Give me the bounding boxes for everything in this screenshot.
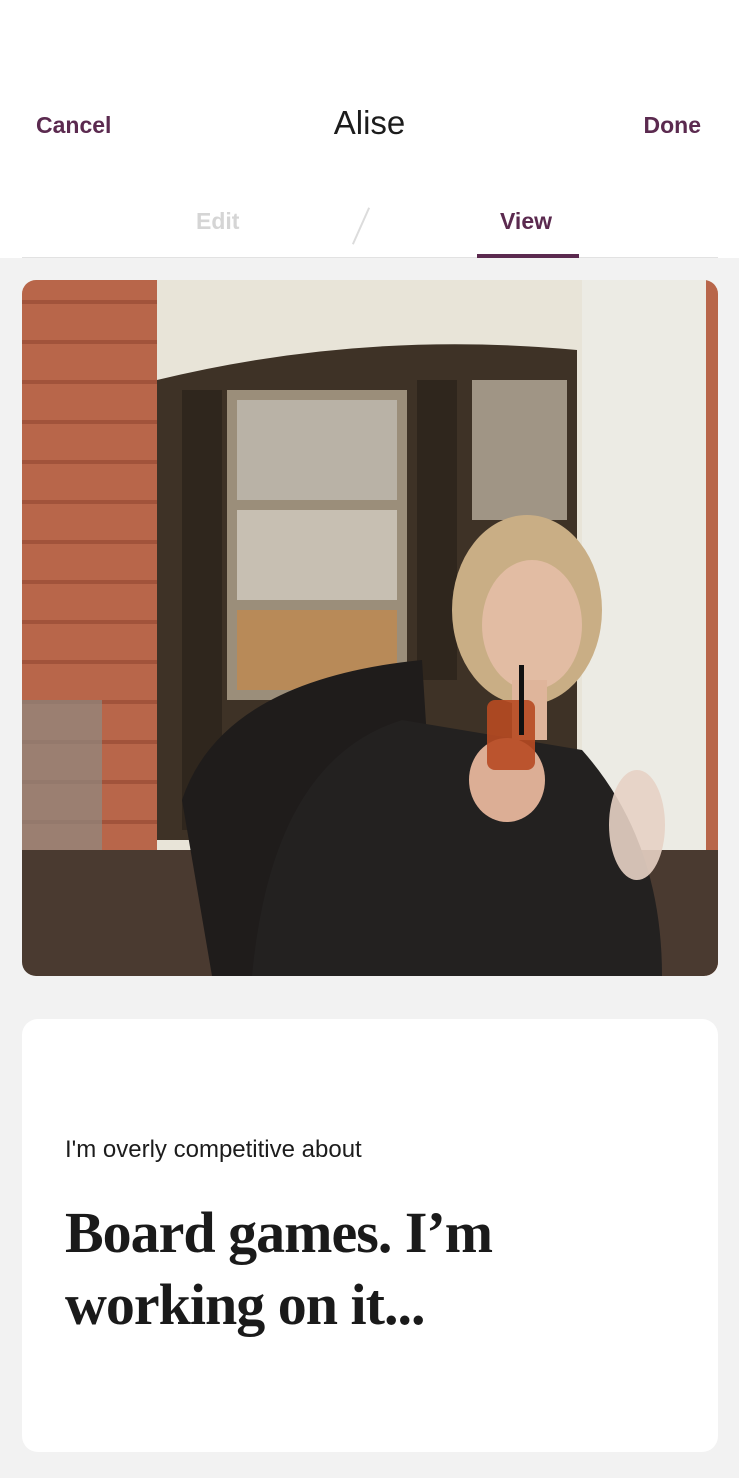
prompt-card: I'm overly competitive about Board games…: [22, 1019, 718, 1452]
prompt-answer: Board games. I’m working on it...: [65, 1200, 493, 1337]
tab-edit[interactable]: Edit: [196, 208, 239, 235]
tab-view[interactable]: View: [500, 208, 552, 235]
done-button[interactable]: Done: [644, 112, 702, 139]
prompt-question: I'm overly competitive about: [65, 1136, 362, 1163]
page-title: Alise: [333, 104, 406, 141]
profile-photo-image: [22, 280, 718, 976]
tab-divider: [351, 207, 371, 245]
profile-photo[interactable]: [22, 280, 718, 976]
edit-view-tabs: Edit View: [22, 190, 718, 258]
top-bar: Cancel Alise Done Edit View: [0, 0, 739, 258]
active-tab-indicator: [477, 254, 579, 258]
